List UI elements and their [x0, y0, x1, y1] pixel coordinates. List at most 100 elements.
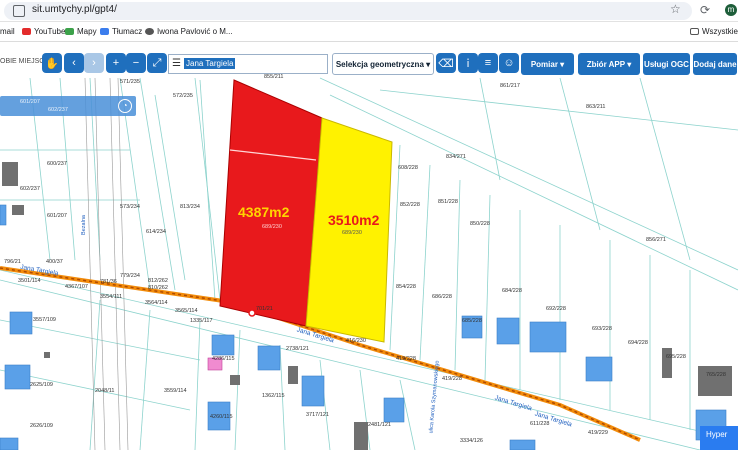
forward-icon[interactable]: ›	[84, 53, 104, 73]
parcel-label: 416/230	[346, 338, 366, 344]
parcel-label: 850/228	[470, 221, 490, 227]
add-data-button[interactable]: Dodaj dane	[693, 53, 737, 75]
parcel-label: 2738/121	[286, 346, 309, 352]
parcel-label: 694/228	[628, 340, 648, 346]
site-info-icon[interactable]	[13, 5, 25, 17]
yellow-parcel-id: 689/230	[342, 230, 362, 236]
search-input[interactable]: Jana Targiela	[184, 58, 236, 69]
info-icon[interactable]: ⅰ	[458, 53, 478, 73]
bookmark-star-icon[interactable]: ☆	[670, 2, 681, 16]
parcel-label: 854/228	[396, 284, 416, 290]
extension-icon[interactable]: ⟳	[700, 3, 710, 17]
parcel-label: 701/21	[256, 306, 273, 312]
parcel-label: 686/228	[432, 294, 452, 300]
parcel-label: 572/235	[173, 93, 193, 99]
layer-panel-label: 601/207	[20, 99, 40, 105]
url-text[interactable]: sit.umtychy.pl/gpt4/	[32, 4, 117, 15]
parcel-label: 2625/109	[30, 382, 53, 388]
url-box[interactable]: sit.umtychy.pl/gpt4/	[4, 2, 692, 20]
parcel-label: 765/228	[706, 372, 726, 378]
yellow-parcel-area: 3510m2	[328, 212, 380, 228]
layers-icon[interactable]: ≡	[478, 53, 498, 73]
search-box[interactable]: ☰ Jana Targiela	[168, 54, 328, 74]
parcel-label: 684/228	[502, 288, 522, 294]
parcel-label: 4260/115	[210, 414, 233, 420]
bookmark-mail[interactable]: mail	[0, 27, 15, 36]
parcel-label: 2626/109	[30, 423, 53, 429]
bookmark-youtube[interactable]: YouTube	[22, 27, 65, 36]
parcel-label: 614/234	[146, 229, 166, 235]
parcel-label: 419/229	[588, 430, 608, 436]
parcel-label: 3334/126	[460, 438, 483, 444]
parcel-label: 3501/114	[18, 278, 41, 284]
ogc-services-button[interactable]: Usługi OGC	[643, 53, 690, 75]
bookmark-maps[interactable]: Mapy	[65, 27, 97, 36]
parcel-label: 608/228	[398, 165, 418, 171]
parcel-label: 3564/114	[145, 300, 168, 306]
translate-icon	[100, 28, 109, 36]
parcel-label: 685/228	[462, 318, 482, 324]
bookmarks-bar: mail YouTube Mapy Tłumacz Iwona Pavlović…	[0, 22, 738, 42]
youtube-icon	[22, 28, 31, 36]
parcel-label: 3717/121	[306, 412, 329, 418]
maps-icon	[65, 28, 74, 36]
person-icon[interactable]: ☺	[499, 53, 519, 73]
parcel-label: 3554/111	[100, 294, 123, 300]
parcel-red[interactable]	[219, 79, 323, 327]
red-parcel-id: 689/230	[262, 224, 282, 230]
globe-icon	[145, 28, 154, 36]
location-marker-icon[interactable]	[248, 309, 256, 317]
parcel-label: 810/262	[148, 285, 168, 291]
parcel-label: 3559/114	[164, 388, 187, 394]
parcel-label: 781/36	[100, 279, 117, 285]
app-collection-button[interactable]: Zbiór APP ▾	[578, 53, 640, 75]
zoom-in-icon[interactable]: +	[106, 53, 126, 73]
parcel-label: 812/262	[148, 278, 168, 284]
pan-hand-icon[interactable]: ✋	[42, 53, 62, 73]
parcel-label: 863/211	[586, 104, 606, 110]
back-icon[interactable]: ‹	[64, 53, 84, 73]
profile-avatar[interactable]: m	[725, 4, 737, 16]
layer-panel-label: 602/237	[48, 107, 68, 113]
red-parcel-area: 4387m2	[238, 204, 290, 220]
parcel-label: 1335/117	[190, 318, 213, 324]
corner-button[interactable]: Hyper	[700, 426, 738, 450]
parcel-label: 695/228	[666, 354, 686, 360]
opacity-gauge-icon[interactable]: ◔	[118, 99, 132, 113]
layer-panel[interactable]: 601/207 602/237 ◔	[0, 96, 136, 116]
parcel-label: 4367/107	[65, 284, 88, 290]
parcel-label: 400/37	[46, 259, 63, 265]
bookmark-article[interactable]: Iwona Pavlović o M...	[145, 27, 233, 36]
parcel-label: 692/228	[546, 306, 566, 312]
parcel-label: 2048/11	[95, 388, 115, 394]
fullscreen-icon[interactable]: ⤢	[147, 53, 167, 73]
parcel-label: 779/234	[120, 273, 140, 279]
street-label: Bezalna	[80, 215, 87, 235]
parcel-label: 571/235	[120, 79, 140, 85]
parcel-label: 611/228	[530, 421, 550, 427]
parcel-label: 3565/114	[175, 308, 198, 314]
parcel-label: 1362/115	[262, 393, 285, 399]
parcel-label: 4286/115	[212, 356, 235, 362]
bookmark-all[interactable]: Wszystkie z	[690, 27, 738, 36]
measure-button[interactable]: Pomiar ▾	[521, 53, 574, 75]
parcel-label: 813/234	[180, 204, 200, 210]
parcel-label: 856/271	[646, 237, 666, 243]
parcel-label: 861/217	[500, 83, 520, 89]
parcel-label: 601/207	[47, 213, 67, 219]
parcel-label: 573/234	[120, 204, 140, 210]
parcel-label: 600/237	[47, 161, 67, 167]
parcel-label: 419/228	[396, 356, 416, 362]
parcel-label: 855/211	[264, 74, 284, 80]
eraser-icon[interactable]: ⌫	[436, 53, 456, 73]
parcel-label: 796/21	[4, 259, 21, 265]
parcel-label: 851/228	[438, 199, 458, 205]
zoom-out-icon[interactable]: −	[126, 53, 146, 73]
parcel-label: 834/271	[446, 154, 466, 160]
bookmark-translate[interactable]: Tłumacz	[100, 27, 142, 36]
parcel-label: 693/228	[592, 326, 612, 332]
selection-geometric-button[interactable]: Selekcja geometryczna ▾	[332, 53, 434, 75]
parcel-label: 852/228	[400, 202, 420, 208]
menu-icon[interactable]: ☰	[172, 58, 181, 69]
parcel-label: 419/228	[442, 376, 462, 382]
